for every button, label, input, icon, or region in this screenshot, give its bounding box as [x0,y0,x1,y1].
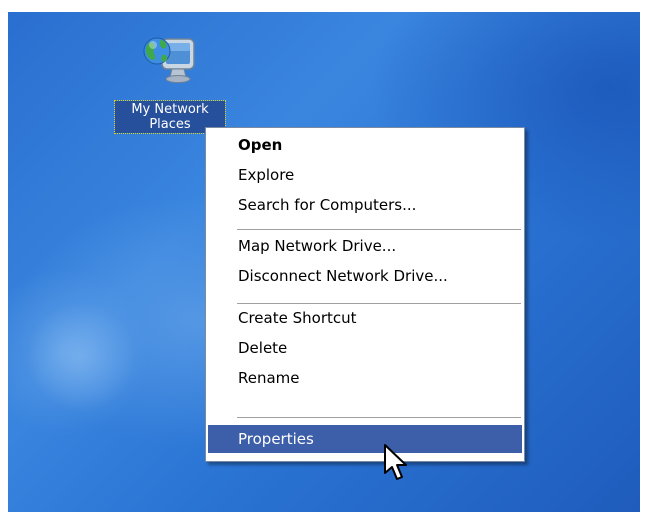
menu-item-explore[interactable]: Explore [208,161,522,189]
menu-item-map-network-drive[interactable]: Map Network Drive... [208,232,522,260]
menu-item-rename[interactable]: Rename [208,364,522,392]
mouse-pointer-icon [384,444,407,480]
context-menu: Open Explore Search for Computers... Map Ne… [205,127,525,462]
menu-separator [237,417,521,418]
menu-item-search-for-computers[interactable]: Search for Computers... [208,191,522,219]
menu-separator [237,229,521,230]
menu-item-properties[interactable]: Properties [208,425,522,453]
wallpaper-glow [26,302,136,412]
desktop-icon-my-network-places[interactable]: My Network Places [114,29,226,134]
menu-item-disconnect-network-drive[interactable]: Disconnect Network Drive... [208,262,522,290]
menu-item-open[interactable]: Open [208,131,522,159]
screen: My Network Places Open Explore Search for … [0,0,646,512]
menu-item-create-shortcut[interactable]: Create Shortcut [208,304,522,332]
menu-item-delete[interactable]: Delete [208,334,522,362]
network-places-icon [143,37,195,83]
